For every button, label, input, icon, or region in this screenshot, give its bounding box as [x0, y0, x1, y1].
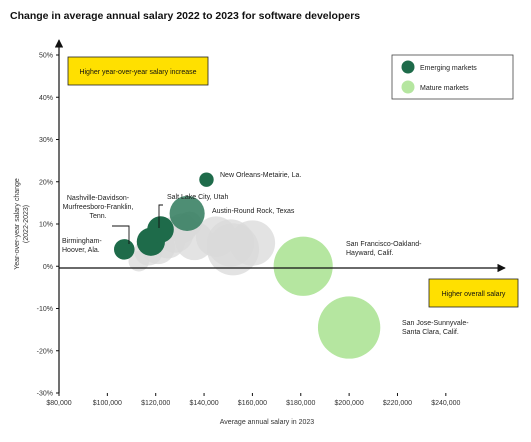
- x-tick-label-2: $120,000: [141, 400, 170, 407]
- y-tick-label-6: -10%: [37, 306, 53, 313]
- y-axis-sublabel: (2022-2023): [23, 205, 30, 243]
- point-label-17: San Francisco-Oakland-Hayward, Calif.: [346, 241, 422, 257]
- point-label-12: Birmingham-Hoover, Ala.: [62, 238, 102, 254]
- x-tick-label-6: $200,000: [335, 400, 364, 407]
- y-tick-label-4: 10%: [39, 222, 53, 229]
- legend-swatch-emerging: [401, 60, 415, 74]
- x-tick-label-0: $80,000: [46, 400, 71, 407]
- x-axis-label: Average annual salary in 2023: [220, 419, 315, 426]
- y-tick-label-2: 30%: [39, 137, 53, 144]
- emerging-bubble-14: [114, 239, 135, 260]
- quadrant-label-bottom-right: Higher overall salary: [442, 291, 506, 298]
- legend-label-mature: Mature markets: [420, 85, 469, 92]
- x-tick-label-3: $140,000: [189, 400, 218, 407]
- mature-bubble-12: [273, 236, 333, 296]
- point-label-18: San Jose-Sunnyvale-Santa Clara, Calif.: [402, 320, 469, 336]
- legend-label-emerging: Emerging markets: [420, 65, 477, 72]
- point-label-15: Austin-Round Rock, Texas: [212, 208, 295, 215]
- other-bubble-11: [229, 220, 276, 266]
- point-label-14: Salt Lake City, Utah: [167, 194, 228, 201]
- y-axis-label: Year-over-year salary change: [14, 178, 21, 270]
- labels-layer: Higher year-over-year salary increase Hig…: [62, 54, 519, 336]
- x-tick-label-1: $100,000: [93, 400, 122, 407]
- emerging-bubble-18: [199, 172, 214, 187]
- mature-bubble-13: [317, 296, 381, 359]
- y-tick-label-5: 0%: [43, 264, 53, 271]
- y-tick-label-0: 50%: [39, 53, 53, 60]
- point-label-16: New Orleans-Metairie, La.: [220, 172, 301, 179]
- legend-swatch-mature: [401, 80, 415, 94]
- x-tick-label-7: $220,000: [383, 400, 412, 407]
- emerging-bubble-17: [169, 195, 205, 231]
- y-tick-label-7: -20%: [37, 348, 53, 355]
- bubbles-layer: [114, 172, 381, 359]
- x-tick-label-5: $180,000: [286, 400, 315, 407]
- y-tick-label-1: 40%: [39, 95, 53, 102]
- bubble-chart: 50% 40% 30% 20% 10% 0% -10% -20% -30% $80,000 $100…: [14, 39, 519, 426]
- y-tick-label-8: -30%: [37, 391, 53, 398]
- y-tick-label-3: 20%: [39, 179, 53, 186]
- quadrant-label-top-left: Higher year-over-year salary increase: [79, 69, 196, 76]
- point-label-13: Nashville-Davidson-Murfreesboro-Franklin…: [63, 195, 134, 220]
- emerging-bubble-16: [147, 216, 174, 243]
- x-tick-label-4: $160,000: [238, 400, 267, 407]
- x-tick-label-8: $240,000: [431, 400, 460, 407]
